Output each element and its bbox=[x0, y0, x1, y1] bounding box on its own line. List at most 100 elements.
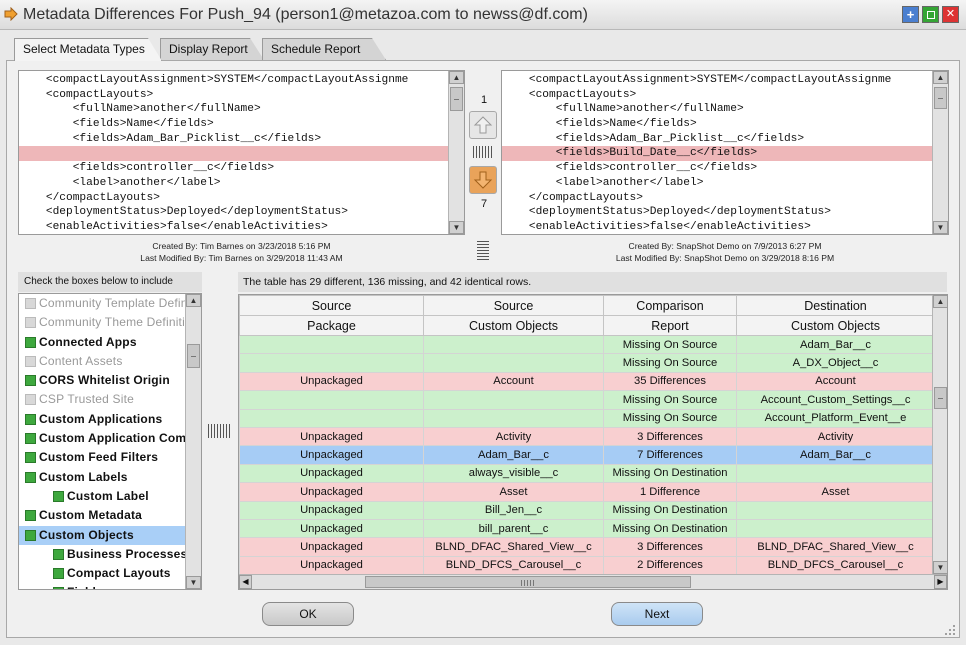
xml-line: <fullName>another</fullName> bbox=[502, 103, 744, 116]
table-header-row: Source Source Comparison Destination bbox=[239, 295, 935, 316]
checkbox[interactable] bbox=[25, 336, 36, 348]
checkbox[interactable] bbox=[53, 587, 64, 589]
checkbox[interactable] bbox=[25, 355, 36, 367]
metadata-type-tree[interactable]: Community Template Definiti Community The… bbox=[18, 293, 202, 590]
destination-xml-pane[interactable]: <compactLayoutAssignment>SYSTEM</compact… bbox=[501, 70, 949, 235]
tab-select-metadata-types[interactable]: Select Metadata Types bbox=[14, 38, 162, 61]
tree-item[interactable]: Content Assets bbox=[19, 352, 185, 371]
tree-item[interactable]: Custom Labels bbox=[19, 468, 185, 487]
next-button[interactable]: Next bbox=[611, 602, 703, 626]
tree-item[interactable]: Custom Objects bbox=[19, 525, 185, 545]
scroll-thumb[interactable] bbox=[934, 87, 947, 109]
checkbox[interactable] bbox=[25, 529, 36, 541]
checkbox[interactable] bbox=[25, 317, 36, 329]
table-row[interactable]: Unpackaged Asset 1 Difference Asset bbox=[239, 482, 935, 502]
table-row[interactable]: Unpackaged BLND_DFCS_Carousel__c 2 Differe… bbox=[239, 555, 935, 576]
checkbox[interactable] bbox=[25, 471, 36, 483]
pane-grip-icon[interactable] bbox=[473, 146, 493, 158]
tree-item[interactable]: Custom Metadata bbox=[19, 506, 185, 525]
checkbox[interactable] bbox=[25, 452, 36, 464]
table-row[interactable]: Unpackaged always_visible__c Missing On De… bbox=[239, 463, 935, 484]
checkbox[interactable] bbox=[25, 413, 36, 425]
checkbox[interactable] bbox=[53, 568, 64, 580]
source-xml-scrollbar[interactable]: ▲ ▼ bbox=[448, 71, 464, 234]
scroll-thumb[interactable] bbox=[934, 387, 947, 409]
previous-difference-button[interactable] bbox=[469, 111, 497, 139]
checkbox[interactable] bbox=[53, 548, 64, 560]
tree-item[interactable]: Compact Layouts bbox=[19, 564, 185, 583]
table-row[interactable]: Missing On Source Adam_Bar__c bbox=[239, 334, 935, 355]
table-cell: Account bbox=[423, 371, 604, 392]
tree-scrollbar[interactable]: ▲ ▼ bbox=[185, 294, 201, 589]
table-row[interactable]: Missing On Source A_DX_Object__c bbox=[239, 353, 935, 373]
tree-item[interactable]: Custom Label bbox=[19, 487, 185, 506]
tree-item[interactable]: CORS Whitelist Origin bbox=[19, 371, 185, 390]
tree-item[interactable]: Custom Applications bbox=[19, 410, 185, 429]
splitter-grip-icon[interactable] bbox=[208, 424, 230, 438]
table-row[interactable]: Unpackaged Activity 3 Differences Activity bbox=[239, 426, 935, 447]
tab-schedule-report[interactable]: Schedule Report bbox=[262, 38, 386, 60]
scroll-left-icon[interactable]: ◀ bbox=[239, 575, 252, 589]
column-header[interactable]: Custom Objects bbox=[423, 315, 604, 336]
scroll-down-icon[interactable]: ▼ bbox=[449, 221, 464, 234]
checkbox[interactable] bbox=[25, 298, 36, 309]
next-difference-button[interactable] bbox=[469, 166, 497, 194]
xml-line: <fields>Name</fields> bbox=[19, 118, 214, 131]
column-header[interactable]: Package bbox=[239, 315, 424, 336]
table-row[interactable]: Unpackaged BLND_DFAC_Shared_View__c 3 Diff… bbox=[239, 537, 935, 557]
column-header[interactable]: Report bbox=[603, 315, 737, 336]
tree-item[interactable]: Community Template Definiti bbox=[19, 294, 185, 313]
scroll-up-icon[interactable]: ▲ bbox=[186, 294, 201, 307]
table-row[interactable]: Unpackaged Bill_Jen__c Missing On Destinat… bbox=[239, 500, 935, 520]
column-header[interactable]: Destination bbox=[736, 295, 935, 316]
tree-item[interactable]: Business Processes bbox=[19, 545, 185, 564]
checkbox[interactable] bbox=[25, 433, 36, 445]
checkbox[interactable] bbox=[25, 375, 36, 387]
table-row[interactable]: Missing On Source Account_Platform_Event_… bbox=[239, 408, 935, 428]
maximize-icon[interactable]: + bbox=[902, 6, 919, 23]
tab-display-report[interactable]: Display Report bbox=[160, 38, 264, 60]
scroll-right-icon[interactable]: ▶ bbox=[934, 575, 947, 589]
table-row[interactable]: Missing On Source Account_Custom_Settings… bbox=[239, 390, 935, 410]
table-cell: A_DX_Object__c bbox=[736, 353, 935, 373]
table-horizontal-scrollbar[interactable]: ◀ ▶ bbox=[239, 574, 947, 589]
table-row[interactable]: Unpackaged Adam_Bar__c 7 Differences Adam_B… bbox=[239, 445, 935, 465]
column-header[interactable]: Custom Objects bbox=[736, 315, 935, 336]
scroll-down-icon[interactable]: ▼ bbox=[186, 576, 201, 589]
checkbox[interactable] bbox=[25, 510, 36, 522]
tree-item[interactable]: Custom Feed Filters bbox=[19, 448, 185, 467]
scroll-up-icon[interactable]: ▲ bbox=[933, 295, 947, 308]
tree-item[interactable]: Connected Apps bbox=[19, 333, 185, 352]
table-row[interactable]: Unpackaged bill_parent__c Missing On Desti… bbox=[239, 518, 935, 539]
resize-grip-icon[interactable] bbox=[944, 624, 956, 636]
column-header[interactable]: Source bbox=[423, 295, 604, 316]
checkbox[interactable] bbox=[53, 490, 64, 502]
tree-item[interactable]: Fields bbox=[19, 583, 185, 589]
scroll-thumb[interactable] bbox=[450, 87, 463, 111]
restore-icon[interactable] bbox=[922, 6, 939, 23]
scroll-down-icon[interactable]: ▼ bbox=[933, 561, 947, 574]
ok-button[interactable]: OK bbox=[262, 602, 354, 626]
tree-item[interactable]: CSP Trusted Site bbox=[19, 390, 185, 409]
scroll-thumb[interactable] bbox=[365, 576, 691, 588]
source-xml-pane[interactable]: <compactLayoutAssignment>SYSTEM</compact… bbox=[18, 70, 465, 235]
table-vertical-scrollbar[interactable]: ▲ ▼ bbox=[932, 295, 947, 574]
table-row[interactable]: Unpackaged Account 35 Differences Account bbox=[239, 371, 935, 392]
scroll-up-icon[interactable]: ▲ bbox=[449, 71, 464, 84]
grid-summary: The table has 29 different, 136 missing,… bbox=[238, 272, 947, 292]
differences-table[interactable]: Source Source Comparison Destination Packag… bbox=[238, 294, 948, 590]
scroll-down-icon[interactable]: ▼ bbox=[933, 221, 948, 234]
close-icon[interactable]: ✕ bbox=[942, 6, 959, 23]
tree-item[interactable]: Community Theme Definition bbox=[19, 313, 185, 332]
source-xml-lines: <compactLayoutAssignment>SYSTEM</compact… bbox=[19, 73, 448, 234]
column-header[interactable]: Comparison bbox=[603, 295, 737, 316]
splitter-grip-icon[interactable] bbox=[477, 241, 489, 261]
scroll-up-icon[interactable]: ▲ bbox=[933, 71, 948, 84]
destination-xml-scrollbar[interactable]: ▲ ▼ bbox=[932, 71, 948, 234]
table-cell: Adam_Bar__c bbox=[736, 334, 935, 355]
checkbox[interactable] bbox=[25, 394, 36, 406]
tree-item-label: Custom Metadata bbox=[39, 508, 143, 523]
scroll-thumb[interactable] bbox=[187, 344, 200, 368]
tree-item[interactable]: Custom Application Com bbox=[19, 429, 185, 448]
column-header[interactable]: Source bbox=[239, 295, 424, 316]
